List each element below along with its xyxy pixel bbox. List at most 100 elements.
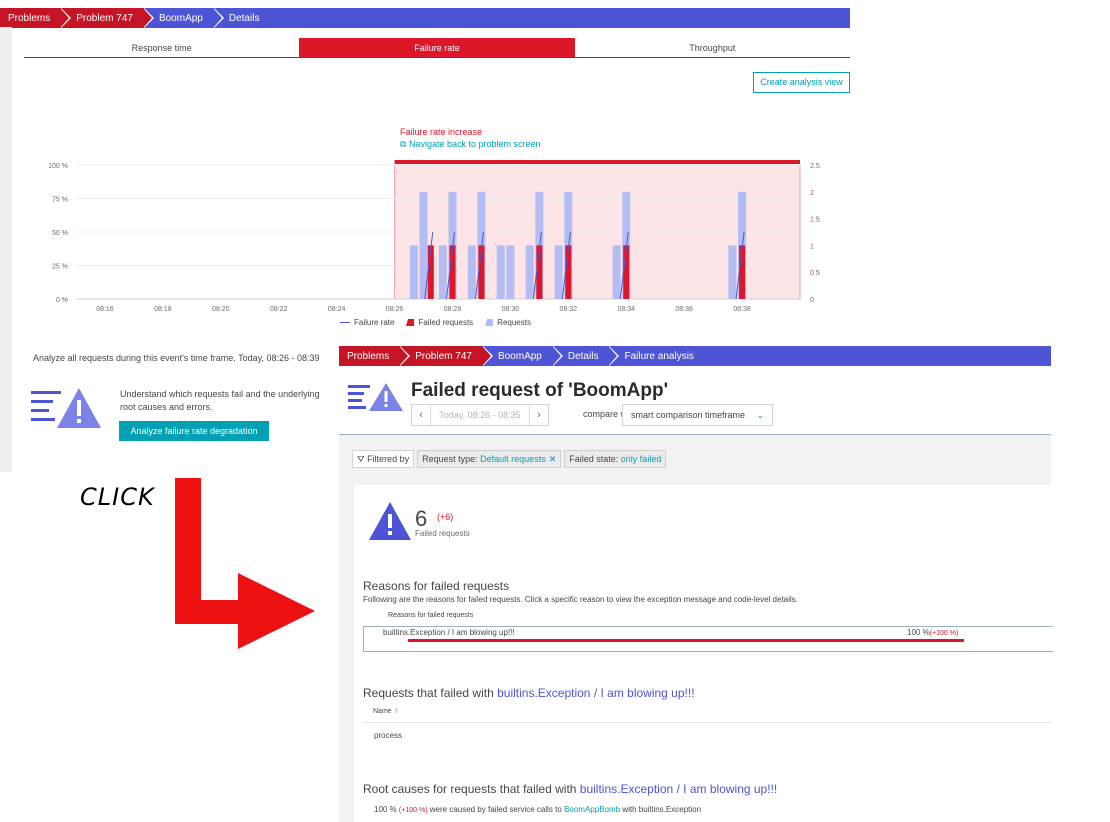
failure-rate-chart: 0 % 25 % 50 % 75 % 100 % 0 0.5 1 1.5 2 2.5 08:16 08:… — [48, 160, 820, 313]
x-tick-label: 08:18 — [154, 306, 172, 313]
analyze-description: Analyze all requests during this event's… — [33, 353, 320, 363]
breadcrumb-problems[interactable]: Problems — [339, 346, 411, 366]
y-left-tick-label: 0 % — [56, 297, 68, 304]
breadcrumb-problem-747[interactable]: Problem 747 — [60, 8, 154, 28]
page-title: Failed request of 'BoomApp' — [411, 380, 669, 401]
problem-duration-bar — [394, 160, 800, 164]
legend-failure-rate[interactable]: Failure rate — [340, 318, 394, 327]
chart-legend: Failure rate Failed requests Requests — [340, 318, 531, 327]
x-tick-label: 08:38 — [733, 306, 751, 313]
y-right-tick-label: 0.5 — [810, 270, 820, 277]
bar-swatch-blue-icon — [485, 319, 494, 327]
failure-analysis-icon — [31, 388, 101, 428]
analyze-failure-rate-button[interactable]: Analyze failure rate degradation — [119, 421, 269, 441]
tab-failure-rate[interactable]: Failure rate — [299, 38, 575, 58]
x-tick-label: 08:30 — [502, 306, 520, 313]
bar-swatch-red-icon — [406, 319, 415, 327]
x-tick-label: 08:22 — [270, 306, 288, 313]
requests-bar — [612, 245, 621, 299]
name-column-header[interactable]: Name ⇕ — [373, 707, 400, 715]
filter-bar: ⛛ Filtered by Request type: Default requ… — [352, 450, 667, 468]
navigate-back-link[interactable]: ⧉ Navigate back to problem screen — [400, 139, 541, 150]
y-right-tick-label: 0 — [810, 297, 814, 304]
y-left-tick-label: 75 % — [52, 197, 68, 204]
reasons-title: Reasons for failed requests — [363, 579, 510, 593]
metric-tabs: Response time Failure rate Throughput — [24, 38, 850, 58]
requests-bar — [506, 245, 515, 299]
filter-chip-failed-state[interactable]: Failed state: only failed — [564, 450, 667, 468]
chevron-down-icon: ⌄ — [756, 410, 764, 420]
failed-requests-bar — [565, 245, 572, 299]
filter-toggle[interactable]: ⛛ Filtered by — [352, 450, 415, 468]
reasons-description: Following are the reasons for failed req… — [363, 595, 798, 604]
breadcrumb-failure-analysis[interactable]: Failure analysis — [608, 346, 704, 366]
y-left-tick-label: 100 % — [48, 163, 68, 170]
x-tick-label: 08:32 — [560, 306, 578, 313]
create-analysis-view-button[interactable]: Create analysis view — [753, 72, 850, 93]
reasons-table-header: Reasons for failed requests — [388, 612, 474, 619]
failed-requests-bar — [739, 245, 746, 299]
requests-bar — [525, 245, 534, 299]
requests-failed-title: Requests that failed with builtins.Excep… — [363, 686, 695, 700]
prev-timeframe-button[interactable]: ‹ — [412, 409, 430, 421]
y-right-tick-label: 1.5 — [810, 217, 820, 224]
failed-count-label: Failed requests — [415, 529, 470, 538]
y-left-tick-label: 25 % — [52, 264, 68, 271]
promo-text: Understand which requests fail and the u… — [120, 389, 320, 412]
x-tick-label: 08:36 — [675, 306, 693, 313]
breadcrumb-fill — [269, 8, 850, 28]
failed-requests-bar — [478, 245, 485, 299]
x-tick-label: 08:20 — [212, 306, 230, 313]
failure-analysis-icon — [348, 383, 403, 411]
failed-requests-bar — [449, 245, 456, 299]
reason-percentage: 100 %(+100 %) — [907, 628, 959, 637]
failed-requests-bar — [427, 245, 434, 299]
left-gutter — [0, 27, 12, 472]
legend-requests[interactable]: Requests — [485, 318, 531, 327]
timeframe-value[interactable]: Today, 08:26 - 08:35 — [430, 405, 530, 425]
breadcrumb: Problems Problem 747 BoomApp Details — [0, 8, 850, 28]
x-tick-label: 08:28 — [444, 306, 462, 313]
breadcrumb-problem-747[interactable]: Problem 747 — [399, 346, 493, 366]
requests-bar — [554, 245, 563, 299]
tab-throughput[interactable]: Throughput — [574, 38, 850, 58]
service-link[interactable]: BoomAppBomb — [564, 805, 620, 814]
reason-share-bar — [408, 639, 964, 642]
failed-requests-bar — [623, 245, 630, 299]
failed-requests-bar — [536, 245, 543, 299]
remove-filter-icon[interactable]: ✕ — [549, 454, 557, 464]
funnel-icon: ⛛ — [357, 454, 368, 464]
breadcrumb-problems[interactable]: Problems — [0, 8, 72, 28]
table-row[interactable]: process — [374, 731, 402, 740]
failed-count-delta: (+6) — [437, 512, 454, 522]
y-left-tick-label: 50 % — [52, 230, 68, 237]
legend-failed-requests[interactable]: Failed requests — [406, 318, 473, 327]
filter-chip-request-type[interactable]: Request type: Default requests ✕ — [417, 450, 562, 468]
failure-analysis-panel: Problems Problem 747 BoomApp Details Fai… — [339, 346, 1053, 822]
x-tick-label: 08:26 — [386, 306, 404, 313]
breadcrumb: Problems Problem 747 BoomApp Details Fai… — [339, 346, 1051, 366]
event-title: Failure rate increase — [400, 127, 483, 137]
requests-bar — [496, 245, 505, 299]
line-swatch-icon — [340, 322, 350, 324]
breadcrumb-fill — [703, 346, 1051, 366]
click-annotation: CLICK — [80, 483, 155, 511]
compare-timeframe-select[interactable]: smart comparison timeframe ⌄ — [622, 404, 773, 426]
next-timeframe-button[interactable]: › — [530, 409, 548, 421]
table-divider — [363, 722, 1051, 723]
sort-icon[interactable]: ⇕ — [394, 708, 400, 715]
requests-bar — [438, 245, 447, 299]
red-arrow-icon — [175, 478, 315, 649]
external-link-icon: ⧉ — [400, 139, 409, 149]
timeframe-selector: ‹ Today, 08:26 - 08:35 › — [411, 404, 549, 426]
root-cause-description: 100 % (+100 %) were caused by failed ser… — [374, 805, 702, 814]
root-causes-title: Root causes for requests that failed wit… — [363, 782, 778, 796]
x-tick-label: 08:34 — [617, 306, 635, 313]
y-right-tick-label: 2 — [810, 190, 814, 197]
y-right-tick-label: 1 — [810, 243, 814, 250]
reason-label[interactable]: builtins.Exception / I am blowing up!!! — [383, 628, 515, 637]
tab-response-time[interactable]: Response time — [24, 38, 300, 58]
requests-bar — [409, 245, 418, 299]
x-tick-label: 08:16 — [96, 306, 114, 313]
requests-bar — [467, 245, 476, 299]
